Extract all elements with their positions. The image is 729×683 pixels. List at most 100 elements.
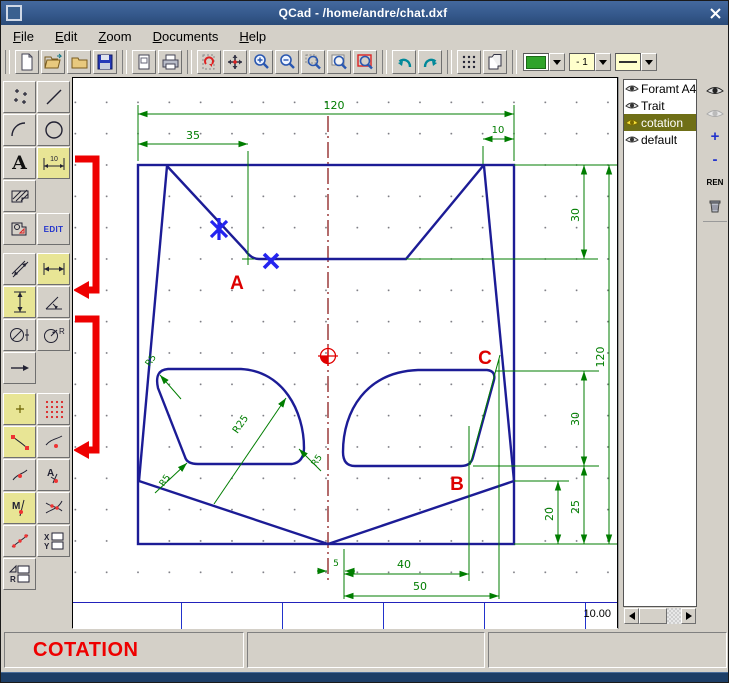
close-icon[interactable] <box>704 4 726 22</box>
tool-snap-center[interactable] <box>3 459 36 491</box>
dim-eye-span: 40 <box>397 558 411 571</box>
tool-snap-intersection[interactable] <box>37 492 70 524</box>
snap-center-icon <box>9 464 31 486</box>
scroll-track[interactable] <box>667 608 681 624</box>
tool-part[interactable] <box>3 213 36 245</box>
tool-points[interactable] <box>3 81 36 113</box>
line-width-dropdown-arrow[interactable] <box>595 53 611 71</box>
tool-circle[interactable] <box>37 114 70 146</box>
tool-hatch[interactable] <box>3 180 36 212</box>
menu-edit[interactable]: Edit <box>46 27 86 46</box>
hide-eye-icon <box>706 107 724 120</box>
points-icon <box>9 86 31 108</box>
eye-icon <box>625 100 639 111</box>
title-bar[interactable]: QCad - /home/andre/chat.dxf <box>1 1 729 25</box>
tool-line[interactable] <box>37 81 70 113</box>
layer-remove-button[interactable]: - <box>702 148 728 171</box>
arc-icon <box>9 119 31 141</box>
redraw-icon <box>200 53 218 71</box>
layer-rename-button[interactable]: REN <box>702 171 728 194</box>
folder-icon <box>70 53 89 71</box>
circle-icon <box>43 119 65 141</box>
scroll-right-icon[interactable] <box>681 608 696 624</box>
snap-auto-icon: A <box>43 464 65 486</box>
layer-row-cotation[interactable]: cotation <box>624 114 696 131</box>
layer-row-format[interactable]: Foramt A4 <box>624 80 696 97</box>
zoom-pointer-button[interactable] <box>223 50 247 74</box>
tool-dimension[interactable]: 10 <box>37 147 70 179</box>
tool-snap-endpoint[interactable] <box>3 426 36 458</box>
grid-toggle-button[interactable] <box>457 50 481 74</box>
snap-distance-icon <box>9 530 31 552</box>
tool-leader[interactable] <box>3 352 36 384</box>
layer-show-button[interactable] <box>702 79 728 102</box>
tool-dim-radial[interactable]: R <box>37 319 70 351</box>
dim-side-height: 120 <box>594 347 607 368</box>
redraw-button[interactable] <box>197 50 221 74</box>
scroll-left-icon[interactable] <box>624 608 639 624</box>
zoom-previous-button[interactable] <box>353 50 377 74</box>
tool-dim-diametric[interactable] <box>3 319 36 351</box>
tool-snap-onentity[interactable] <box>37 426 70 458</box>
open-file-button[interactable] <box>41 50 65 74</box>
eye-icon <box>625 134 639 145</box>
menu-help[interactable]: Help <box>230 27 275 46</box>
menu-bar: File Edit Zoom Documents Help <box>1 25 729 48</box>
zoom-auto-button[interactable] <box>327 50 351 74</box>
status-coords-panel <box>247 632 485 668</box>
window-menu-icon[interactable] <box>6 5 22 21</box>
save-button[interactable] <box>93 50 117 74</box>
tool-snap-distance[interactable] <box>3 525 36 557</box>
layer-row-trait[interactable]: Trait <box>624 97 696 114</box>
tool-snap-auto[interactable]: A <box>37 459 70 491</box>
menu-file[interactable]: File <box>4 27 43 46</box>
zoom-window-button[interactable] <box>301 50 325 74</box>
layer-scrollbar[interactable] <box>624 608 696 624</box>
line-style-dropdown-arrow[interactable] <box>641 53 657 71</box>
drawing-svg: 120 35 10 30 120 30 25 20 5 40 50 R5 R25… <box>74 79 617 599</box>
tool-dim-angular[interactable] <box>37 286 70 318</box>
layer-hide-button[interactable] <box>702 102 728 125</box>
tool-snap-middle[interactable]: M <box>3 492 36 524</box>
views-button[interactable] <box>483 50 507 74</box>
line-width-dropdown[interactable]: - 1 <box>569 53 611 71</box>
coord-y-label: Y <box>44 542 50 551</box>
undo-button[interactable] <box>392 50 416 74</box>
folder-button[interactable] <box>67 50 91 74</box>
menu-zoom[interactable]: Zoom <box>89 27 140 46</box>
layer-list[interactable]: Foramt A4 Trait cotation default <box>623 79 697 607</box>
zoom-in-button[interactable] <box>249 50 273 74</box>
tool-arc[interactable] <box>3 114 36 146</box>
layer-add-button[interactable]: + <box>702 125 728 148</box>
scroll-thumb[interactable] <box>639 608 667 624</box>
dim-eye-height: 30 <box>569 412 582 426</box>
print-preview-button[interactable] <box>132 50 156 74</box>
line-style-dropdown[interactable] <box>615 53 657 71</box>
tool-dim-aligned[interactable] <box>3 253 36 285</box>
toolbar-separator <box>512 50 517 74</box>
zoom-out-button[interactable] <box>275 50 299 74</box>
menu-documents[interactable]: Documents <box>144 27 228 46</box>
tool-coord-xy[interactable]: X Y <box>37 525 70 557</box>
color-dropdown-arrow[interactable] <box>549 53 565 71</box>
label-b: B <box>450 474 464 495</box>
tool-dim-horizontal[interactable] <box>37 253 70 285</box>
print-button[interactable] <box>158 50 182 74</box>
dim-ear-top: 10 <box>492 125 505 136</box>
views-icon <box>486 53 504 71</box>
tool-text[interactable]: A <box>3 147 36 179</box>
tool-snap-free[interactable] <box>3 393 36 425</box>
zoom-auto-icon <box>330 53 348 71</box>
redo-button[interactable] <box>418 50 442 74</box>
tool-coord-polar[interactable]: R <box>3 558 36 590</box>
zoom-out-icon <box>278 53 296 71</box>
zoom-window-icon <box>304 53 322 71</box>
tool-dim-vertical[interactable] <box>3 286 36 318</box>
layer-row-default[interactable]: default <box>624 131 696 148</box>
tool-edit[interactable]: EDIT <box>37 213 70 245</box>
undo-icon <box>395 53 414 71</box>
tool-snap-grid[interactable] <box>37 393 70 425</box>
layer-delete-button[interactable] <box>702 194 728 217</box>
new-file-button[interactable] <box>15 50 39 74</box>
color-dropdown[interactable] <box>523 53 565 71</box>
